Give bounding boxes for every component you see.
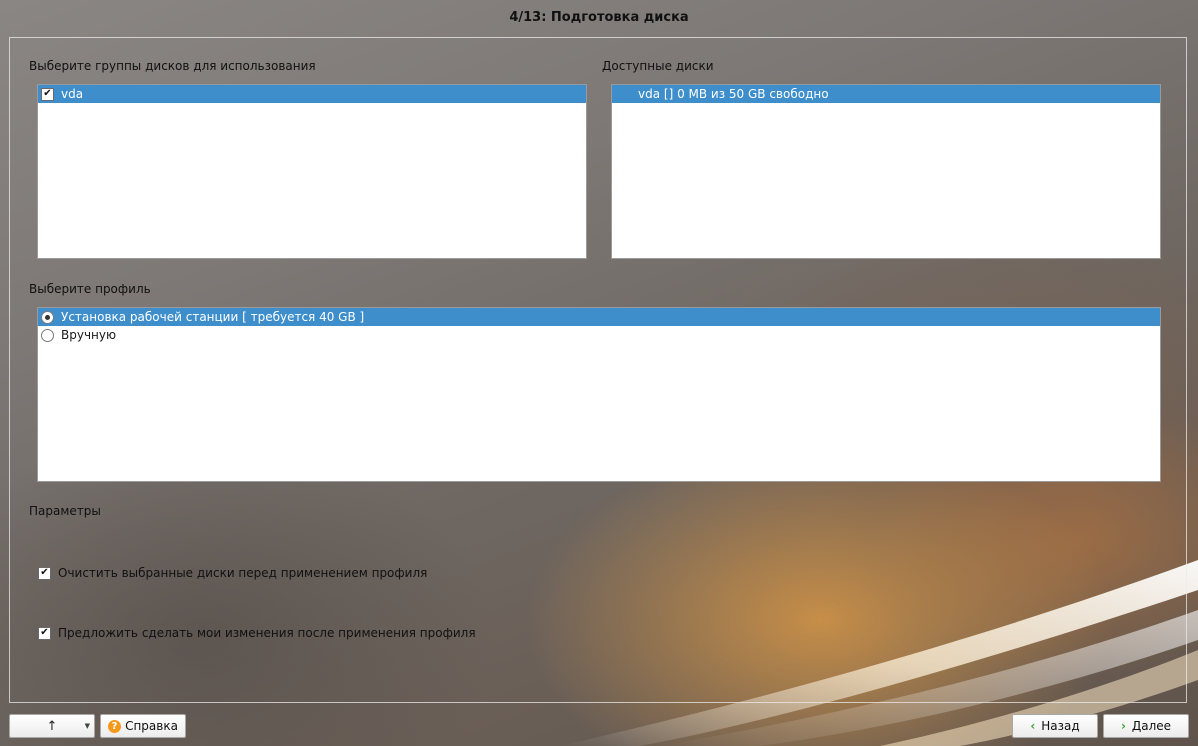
- radio-empty-icon[interactable]: [41, 328, 54, 342]
- help-icon: ?: [108, 719, 122, 733]
- back-button[interactable]: ‹ Назад: [1012, 714, 1098, 738]
- arrow-up-icon: ↑: [46, 718, 58, 734]
- disk-groups-list[interactable]: ✔ vda: [37, 84, 587, 259]
- param-suggest-changes-label: Предложить сделать мои изменения после п…: [58, 626, 476, 640]
- available-disk-item-label: vda [] 0 MB из 50 GB свободно: [638, 87, 829, 101]
- chevron-left-icon: ‹: [1030, 719, 1036, 733]
- available-disks-label: Доступные диски: [602, 59, 714, 73]
- disk-group-item-vda[interactable]: ✔ vda: [38, 85, 586, 103]
- help-button[interactable]: ? Справка: [100, 714, 186, 738]
- next-button-label: Далее: [1131, 719, 1172, 733]
- chevron-down-icon[interactable]: ▼: [85, 722, 90, 730]
- window-title: 4/13: Подготовка диска: [509, 9, 689, 25]
- up-button[interactable]: ↑ ▼: [9, 714, 95, 738]
- profile-option-label: Вручную: [61, 328, 117, 342]
- profile-option-manual[interactable]: Вручную: [38, 326, 1160, 344]
- param-suggest-changes[interactable]: ✔ Предложить сделать мои изменения после…: [38, 626, 476, 640]
- parameters-label: Параметры: [29, 504, 101, 518]
- next-button[interactable]: › Далее: [1103, 714, 1189, 738]
- radio-selected-icon[interactable]: [41, 310, 54, 324]
- profile-list[interactable]: Установка рабочей станции [ требуется 40…: [37, 307, 1161, 482]
- param-clear-disks[interactable]: ✔ Очистить выбранные диски перед примене…: [38, 566, 427, 580]
- chevron-right-icon: ›: [1120, 719, 1126, 733]
- param-clear-disks-label: Очистить выбранные диски перед применени…: [58, 566, 428, 580]
- check-icon[interactable]: ✔: [38, 626, 51, 640]
- disk-group-item-label: vda: [61, 87, 84, 101]
- profile-option-label: Установка рабочей станции [ требуется 40…: [61, 310, 365, 324]
- back-button-label: Назад: [1041, 719, 1080, 733]
- profile-option-workstation[interactable]: Установка рабочей станции [ требуется 40…: [38, 308, 1160, 326]
- profile-label: Выберите профиль: [29, 282, 151, 296]
- help-button-label: Справка: [125, 719, 178, 733]
- available-disk-item-vda[interactable]: vda [] 0 MB из 50 GB свободно: [612, 85, 1160, 103]
- disk-groups-label: Выберите группы дисков для использования: [29, 59, 316, 73]
- check-icon[interactable]: ✔: [38, 566, 51, 580]
- available-disks-list[interactable]: vda [] 0 MB из 50 GB свободно: [611, 84, 1161, 259]
- check-icon[interactable]: ✔: [41, 87, 54, 101]
